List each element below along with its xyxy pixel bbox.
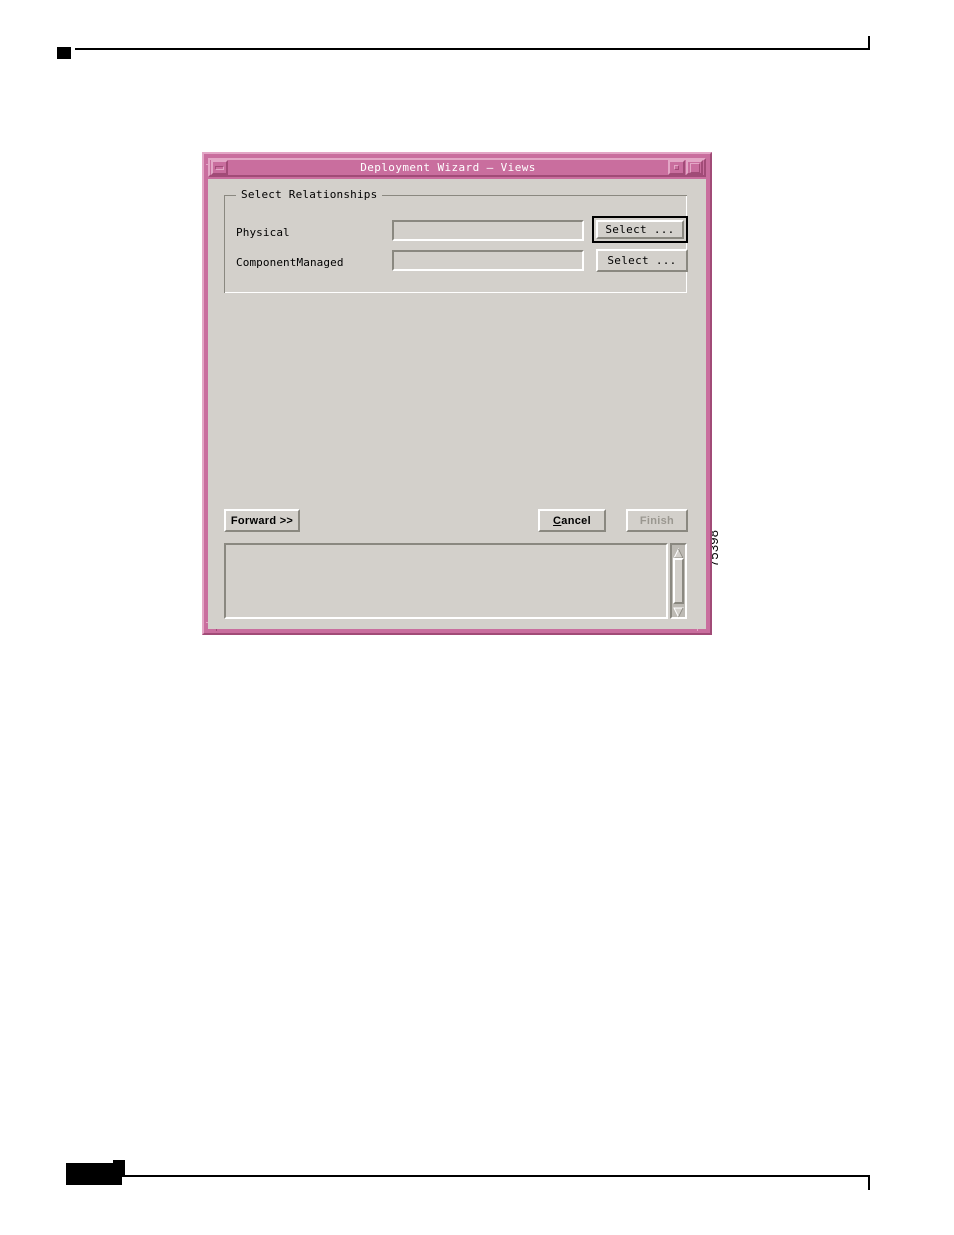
message-textarea[interactable] xyxy=(224,543,668,619)
component-managed-input[interactable] xyxy=(392,250,584,271)
physical-select-button[interactable]: Select ... xyxy=(592,216,688,243)
physical-input[interactable] xyxy=(392,220,584,241)
forward-button[interactable]: Forward >> xyxy=(224,509,300,532)
page-rule-bottom-tick xyxy=(868,1176,870,1190)
select-relationships-group: Select Relationships Physical Select ...… xyxy=(224,188,688,293)
physical-select-button-label: Select ... xyxy=(596,220,684,239)
maximize-icon xyxy=(689,162,700,173)
component-managed-select-button[interactable]: Select ... xyxy=(596,249,688,272)
window-menu-icon xyxy=(215,165,224,170)
cancel-button[interactable]: Cancel xyxy=(538,509,606,532)
finish-button[interactable]: Finish xyxy=(626,509,688,532)
page-marker-bottom-tab xyxy=(113,1160,125,1176)
window-titlebar[interactable]: Deployment Wizard — Views xyxy=(208,158,706,177)
page-rule-top xyxy=(75,48,870,50)
group-legend: Select Relationships xyxy=(236,188,383,201)
page-rule-top-tick xyxy=(868,36,870,50)
group-border xyxy=(224,195,687,293)
window-menu-button[interactable] xyxy=(211,160,228,175)
window-title: Deployment Wizard — Views xyxy=(360,161,536,174)
component-managed-label: ComponentManaged xyxy=(236,256,344,269)
scroll-down-arrow[interactable] xyxy=(673,605,684,619)
minimize-icon xyxy=(674,165,679,170)
maximize-button[interactable] xyxy=(686,160,703,175)
message-area xyxy=(224,543,687,619)
page-rule-bottom xyxy=(120,1175,870,1177)
page-marker-top xyxy=(57,47,71,59)
window-client-area: Select Relationships Physical Select ...… xyxy=(208,179,706,629)
cancel-label-rest: ancel xyxy=(561,514,591,527)
message-scrollbar[interactable] xyxy=(670,543,687,619)
minimize-button[interactable] xyxy=(668,160,685,175)
scroll-thumb[interactable] xyxy=(673,558,684,604)
cancel-mnemonic: C xyxy=(553,514,562,527)
deployment-wizard-window: Deployment Wizard — Views Select Relatio… xyxy=(202,152,712,635)
physical-label: Physical xyxy=(236,226,290,239)
dialog-body: Select Relationships Physical Select ...… xyxy=(208,179,706,629)
scroll-up-arrow[interactable] xyxy=(673,546,684,559)
